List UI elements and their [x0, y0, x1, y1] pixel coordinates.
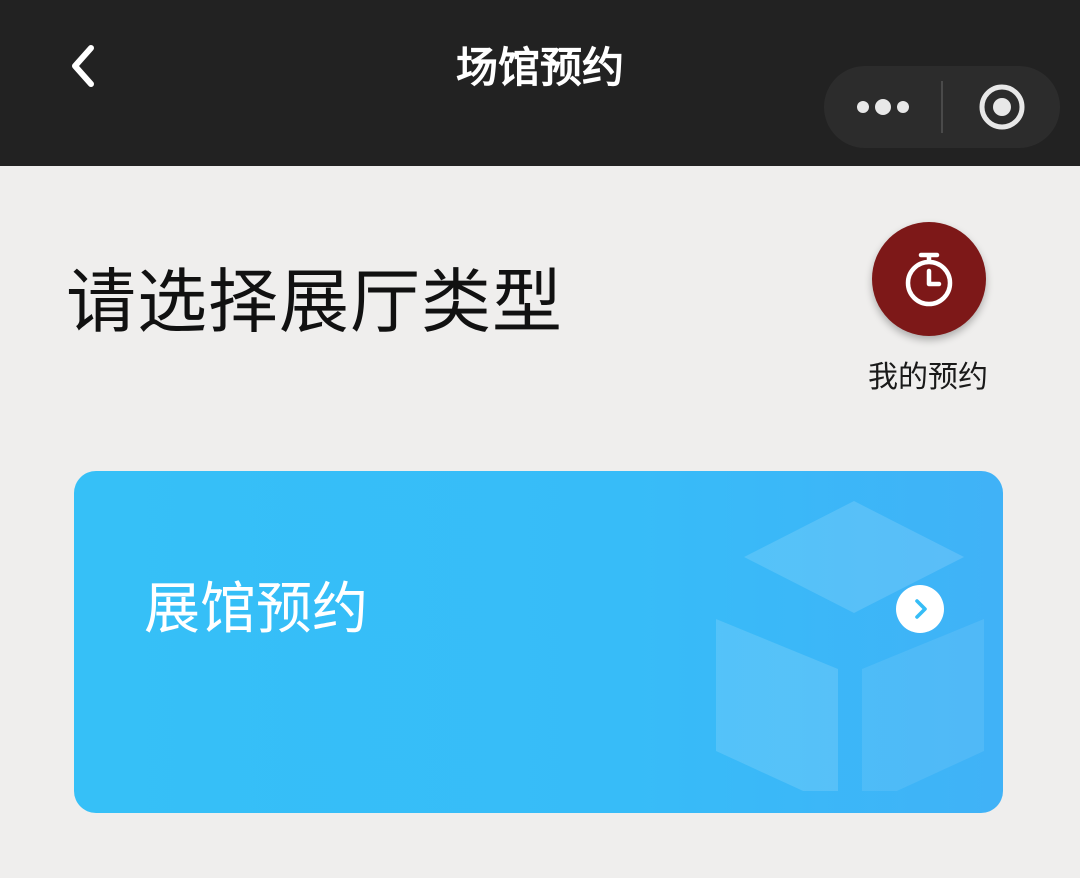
stopwatch-icon	[905, 252, 953, 307]
top-navigation-bar: 场馆预约	[0, 0, 1080, 166]
my-booking-button[interactable]: 我的预约	[848, 222, 1008, 402]
venue-booking-label: 展馆预约	[144, 577, 368, 642]
my-booking-label: 我的预约	[868, 360, 988, 395]
venue-booking-card[interactable]: 展馆预约	[74, 471, 1003, 813]
card-arrow-button[interactable]	[896, 585, 944, 633]
my-booking-icon-circle[interactable]	[872, 222, 986, 336]
close-mini-program-button[interactable]	[943, 66, 1060, 148]
select-hall-type-heading: 请选择展厅类型	[66, 261, 563, 343]
target-circle-icon	[979, 84, 1024, 130]
more-dots-icon	[856, 99, 909, 115]
chevron-right-circle-icon	[915, 599, 927, 619]
more-button[interactable]	[824, 66, 941, 148]
mini-program-capsule	[824, 66, 1060, 148]
cube-icon	[716, 501, 984, 791]
